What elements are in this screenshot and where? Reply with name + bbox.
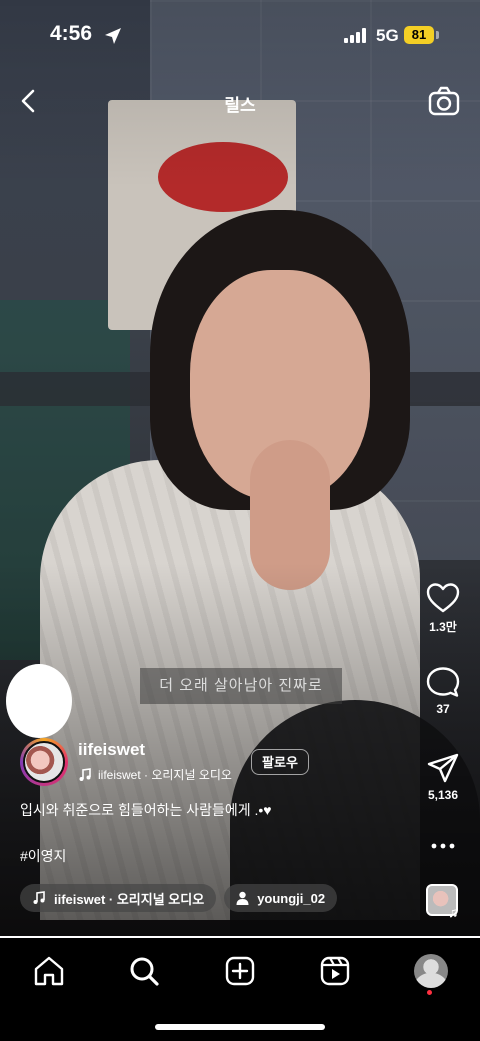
reel-video[interactable] xyxy=(0,0,480,938)
reels-icon[interactable] xyxy=(318,954,352,988)
more-icon xyxy=(431,843,455,849)
status-bar: 4:56 5G 81 xyxy=(0,0,480,70)
audio-chip[interactable]: iifeiswet · 오리지널 오디오 xyxy=(20,884,217,912)
status-time: 4:56 xyxy=(50,22,93,45)
redaction-blob xyxy=(6,664,72,738)
profile-icon[interactable] xyxy=(414,954,448,988)
network-type: 5G xyxy=(376,26,399,45)
more-button[interactable] xyxy=(418,836,468,856)
follow-button[interactable]: 팔로우 xyxy=(251,749,309,775)
search-icon[interactable] xyxy=(127,954,161,988)
comment-button[interactable]: 37 xyxy=(418,666,468,716)
tagged-user-label: youngji_02 xyxy=(257,890,326,906)
signal-icon xyxy=(344,28,366,43)
page-title: 릴스 xyxy=(224,96,256,115)
location-arrow-icon xyxy=(105,28,121,44)
camera-icon[interactable] xyxy=(428,86,460,116)
home-indicator xyxy=(155,1024,325,1030)
music-note-icon xyxy=(33,891,45,904)
music-note-icon xyxy=(79,767,91,781)
heart-icon xyxy=(426,583,460,613)
home-icon[interactable] xyxy=(32,954,66,988)
hashtag-link[interactable]: #이영지 xyxy=(20,846,66,866)
like-button[interactable]: 1.3만 xyxy=(418,582,468,635)
share-button[interactable]: 5,136 xyxy=(418,752,468,802)
post-caption[interactable]: 입시와 취준으로 힘들어하는 사람들에게 .•♥ xyxy=(20,800,272,820)
avatar[interactable] xyxy=(20,738,68,786)
audio-label: iifeiswet · 오리지널 오디오 xyxy=(98,768,232,782)
battery-icon: 81 xyxy=(404,26,434,44)
music-note-icon: ♫ xyxy=(448,904,459,920)
notification-dot xyxy=(427,990,432,995)
reels-screen: 4:56 5G 81 릴스 더 오래 살아남아 진짜로 1.3만 37 5,13… xyxy=(0,0,480,1041)
like-count: 1.3만 xyxy=(429,620,457,634)
video-subtitle: 더 오래 살아남아 진짜로 xyxy=(140,668,342,704)
create-icon[interactable] xyxy=(223,954,257,988)
comment-icon xyxy=(426,667,460,697)
audio-link[interactable]: iifeiswet · 오리지널 오디오 xyxy=(78,766,232,783)
share-count: 5,136 xyxy=(427,788,459,802)
tagged-user-chip[interactable]: youngji_02 xyxy=(224,884,338,912)
person-icon xyxy=(236,891,249,905)
username[interactable]: iifeiswet xyxy=(78,740,145,760)
reel-chips: iifeiswet · 오리지널 오디오 youngji_02 xyxy=(20,884,338,912)
audio-chip-label: iifeiswet · 오리지널 오디오 xyxy=(54,891,205,907)
comment-count: 37 xyxy=(436,702,450,716)
send-icon xyxy=(427,753,459,783)
